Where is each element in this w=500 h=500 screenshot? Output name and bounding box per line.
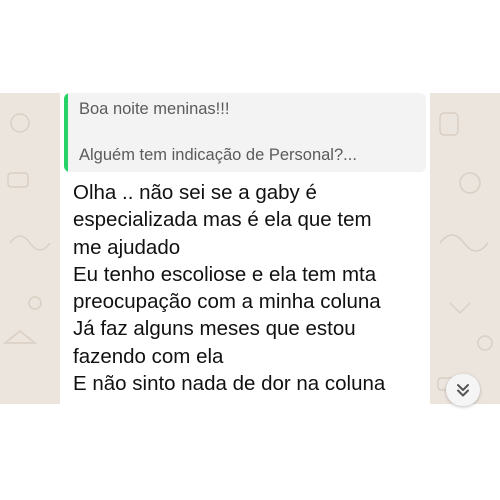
message-line: me ajudado — [73, 235, 181, 259]
message-line: Eu tenho escoliose e ela tem mta — [73, 262, 377, 286]
message-bubble[interactable]: Boa noite meninas!!! Alguém tem indicaçã… — [60, 93, 430, 404]
message-line: preocupação com a minha coluna — [73, 290, 381, 314]
double-chevron-down-icon — [457, 384, 469, 397]
quoted-message[interactable]: Boa noite meninas!!! Alguém tem indicaçã… — [64, 93, 426, 172]
quote-accent-bar — [64, 93, 68, 172]
quoted-message-line: Boa noite meninas!!! — [79, 100, 230, 118]
scroll-to-bottom-button[interactable] — [446, 374, 480, 406]
message-line: Já faz alguns meses que estou — [73, 317, 356, 341]
quoted-message-line: Alguém tem indicação de Personal?... — [79, 146, 357, 164]
message-line: E não sinto nada de dor na coluna — [73, 372, 386, 396]
message-line: Olha .. não sei se a gaby é — [73, 181, 317, 204]
message-text: Olha .. não sei se a gaby é especializad… — [73, 179, 428, 397]
message-line: fazendo com ela — [73, 344, 224, 368]
message-line: especializada mas é ela que tem — [73, 208, 372, 232]
